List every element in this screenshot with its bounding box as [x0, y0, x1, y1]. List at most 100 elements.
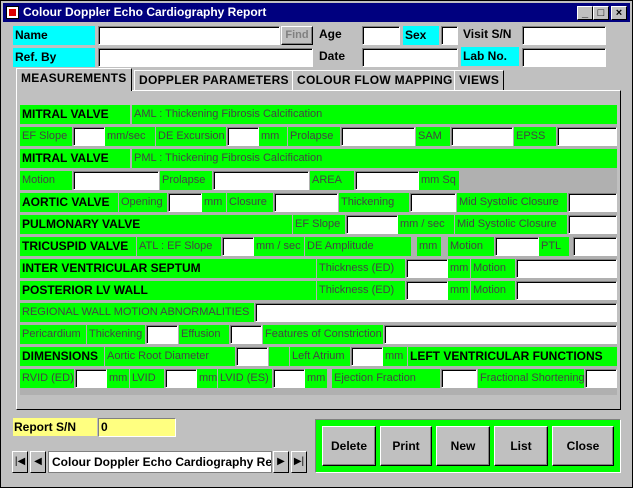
lvid-input[interactable] — [165, 369, 197, 388]
age-label: Age — [319, 27, 342, 41]
measurements-grid: MITRAL VALVE AML : Thickening Fibrosis C… — [20, 105, 617, 395]
prev-record-button[interactable]: ◀ — [30, 451, 46, 473]
ptl-label: PTL — [539, 237, 569, 256]
report-sn-input[interactable]: 0 — [98, 418, 176, 437]
plv-thickness-input[interactable] — [406, 281, 448, 300]
delete-button[interactable]: Delete — [322, 426, 376, 466]
closure-label: Closure — [227, 193, 273, 212]
title-bar: Colour Doppler Echo Cardiography Report … — [3, 3, 630, 22]
mm-unit-8: mm — [197, 369, 217, 388]
ejection-fraction-label: Ejection Fraction — [332, 369, 440, 388]
pericardium-label: Pericardium — [20, 325, 86, 344]
tricuspid-motion-input[interactable] — [495, 237, 539, 256]
ejection-fraction-input[interactable] — [441, 369, 477, 388]
mm-sec-unit-2: mm / sec — [398, 215, 454, 234]
name-label: Name — [13, 26, 95, 45]
mm-unit-2: mm — [202, 193, 226, 212]
rwma-input[interactable] — [255, 303, 617, 322]
fractional-shortening-input[interactable] — [585, 369, 617, 388]
print-button[interactable]: Print — [380, 426, 432, 466]
opening-label: Opening — [119, 193, 167, 212]
mm-unit-5: mm — [448, 281, 470, 300]
opening-input[interactable] — [168, 193, 202, 212]
prolapse-input[interactable] — [341, 127, 415, 146]
mm-unit-9: mm — [305, 369, 327, 388]
lab-no-input[interactable] — [522, 48, 606, 67]
left-atrium-label: Left Atrium — [290, 347, 350, 366]
mid-systolic-closure-label-2: Mid Systolic Closure — [455, 215, 567, 234]
dimensions-heading: DIMENSIONS — [20, 347, 104, 366]
tab-views[interactable]: VIEWS — [454, 70, 505, 91]
ref-by-label: Ref. By — [13, 48, 95, 67]
mm-sec-unit: mm/sec — [105, 127, 155, 146]
sam-label: SAM — [416, 127, 450, 146]
list-button[interactable]: List — [494, 426, 548, 466]
new-button[interactable]: New — [436, 426, 490, 466]
pulmonary-ef-slope-input[interactable] — [346, 215, 398, 234]
aortic-root-input[interactable] — [236, 347, 268, 366]
prolapse-input-2[interactable] — [213, 171, 309, 190]
name-input[interactable] — [98, 26, 280, 45]
mitral-valve-pml-heading: MITRAL VALVE — [20, 149, 130, 168]
age-input[interactable] — [362, 26, 400, 45]
tab-measurements[interactable]: MEASUREMENTS — [16, 68, 132, 91]
ef-slope-input[interactable] — [73, 127, 105, 146]
first-record-button[interactable]: |◀ — [12, 451, 28, 473]
last-record-button[interactable]: ▶| — [291, 451, 307, 473]
motion-label-4: Motion — [471, 281, 515, 300]
motion-label-3: Motion — [471, 259, 515, 278]
thickening-input[interactable] — [410, 193, 456, 212]
posterior-lv-wall-heading: POSTERIOR LV WALL — [20, 281, 316, 300]
ivs-thickness-input[interactable] — [406, 259, 448, 278]
maximize-button[interactable]: □ — [593, 6, 609, 20]
thickening-label: Thickening — [339, 193, 409, 212]
mid-systolic-closure-label: Mid Systolic Closure — [457, 193, 567, 212]
left-atrium-input[interactable] — [351, 347, 383, 366]
effusion-input[interactable] — [230, 325, 262, 344]
mm-sq-unit: mm Sq — [419, 171, 459, 190]
aortic-root-unit — [269, 347, 289, 366]
ivs-motion-input[interactable] — [516, 259, 617, 278]
mid-systolic-closure-input[interactable] — [568, 193, 617, 212]
sam-input[interactable] — [451, 127, 513, 146]
visit-sn-input[interactable] — [522, 26, 606, 45]
area-input[interactable] — [355, 171, 419, 190]
tab-doppler-parameters[interactable]: DOPPLER PARAMETERS — [134, 70, 294, 91]
report-sn-label: Report S/N — [13, 418, 97, 436]
tab-colour-flow-mapping[interactable]: COLOUR FLOW MAPPING — [292, 70, 458, 91]
plv-motion-input[interactable] — [516, 281, 617, 300]
mm-unit-3: mm — [417, 237, 441, 256]
ptl-input[interactable] — [573, 237, 617, 256]
aortic-root-label: Aortic Root Diameter — [105, 347, 235, 366]
lvid-es-label: LVID (ES) — [218, 369, 272, 388]
window-title: Colour Doppler Echo Cardiography Report — [23, 5, 267, 19]
lab-no-label: Lab No. — [461, 47, 519, 66]
fractional-shortening-label: Fractional Shortening — [478, 369, 584, 388]
next-record-button[interactable]: ▶ — [273, 451, 289, 473]
pericardium-thickening-input[interactable] — [146, 325, 178, 344]
constriction-input[interactable] — [384, 325, 617, 344]
close-window-button[interactable]: × — [611, 6, 627, 20]
sex-input[interactable] — [441, 26, 458, 45]
date-label: Date — [319, 49, 346, 63]
ivs-heading: INTER VENTRICULAR SEPTUM — [20, 259, 316, 278]
measurements-panel: MITRAL VALVE AML : Thickening Fibrosis C… — [16, 90, 621, 410]
effusion-label: Effusion — [179, 325, 229, 344]
close-button[interactable]: Close — [552, 426, 614, 466]
minimize-button[interactable]: _ — [577, 6, 593, 20]
mid-systolic-closure-input-2[interactable] — [568, 215, 617, 234]
lvid-es-input[interactable] — [273, 369, 305, 388]
rvid-input[interactable] — [75, 369, 107, 388]
pml-options: PML : Thickening Fibrosis Calcification — [132, 149, 617, 168]
atl-ef-slope-input[interactable] — [222, 237, 254, 256]
date-input[interactable] — [362, 48, 458, 67]
ref-by-input[interactable] — [98, 48, 313, 67]
motion-input[interactable] — [73, 171, 159, 190]
prolapse-label-2: Prolapse — [160, 171, 212, 190]
epss-input[interactable] — [557, 127, 617, 146]
de-amplitude-label: DE Amplitude — [305, 237, 411, 256]
closure-input[interactable] — [274, 193, 338, 212]
find-button[interactable]: Find — [281, 26, 313, 45]
area-label: AREA — [310, 171, 354, 190]
de-excursion-input[interactable] — [227, 127, 259, 146]
